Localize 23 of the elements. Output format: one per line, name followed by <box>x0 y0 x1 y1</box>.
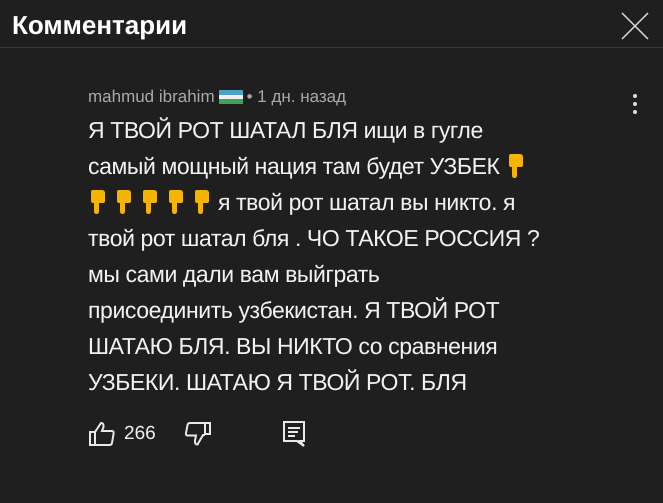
comment-text: мы сами дали вам выйграть <box>88 260 380 289</box>
comment-text: Я ТВОЙ РОТ ШАТАЛ БЛЯ ищи в гугле <box>88 116 483 145</box>
comment-text: твой рот шатал бля . ЧО ТАКОЕ РОССИЯ ? <box>88 224 540 253</box>
flag-icon <box>218 90 243 104</box>
more-menu-button[interactable] <box>633 94 637 114</box>
reply-button[interactable] <box>282 420 306 448</box>
hand-pointing-down-icon <box>88 190 108 214</box>
comment-text: ШАТАЮ БЛЯ. ВЫ НИКТО со сравнения <box>88 332 498 361</box>
more-icon <box>633 94 637 114</box>
comment-text: я твой рот шатал вы никто. я <box>218 188 516 217</box>
comment-time: • 1 дн. назад <box>246 87 346 107</box>
dislike-button[interactable] <box>184 421 212 447</box>
comment-text: УЗБЕКИ. ШАТАЮ Я ТВОЙ РОТ. БЛЯ <box>88 368 467 397</box>
hand-pointing-down-icon <box>192 190 212 214</box>
like-count: 266 <box>124 423 156 445</box>
author-name[interactable]: mahmud ibrahim <box>88 87 215 107</box>
panel-title: Комментарии <box>12 10 188 41</box>
hand-pointing-down-icon <box>114 190 134 214</box>
hand-pointing-down-icon <box>140 190 160 214</box>
hand-pointing-down-icon <box>166 190 186 214</box>
comment-text: самый мощный нация там будет УЗБЕК <box>88 152 500 181</box>
comment-text: присоединить узбекистан. Я ТВОЙ РОТ <box>88 296 500 325</box>
like-button[interactable] <box>88 421 116 447</box>
